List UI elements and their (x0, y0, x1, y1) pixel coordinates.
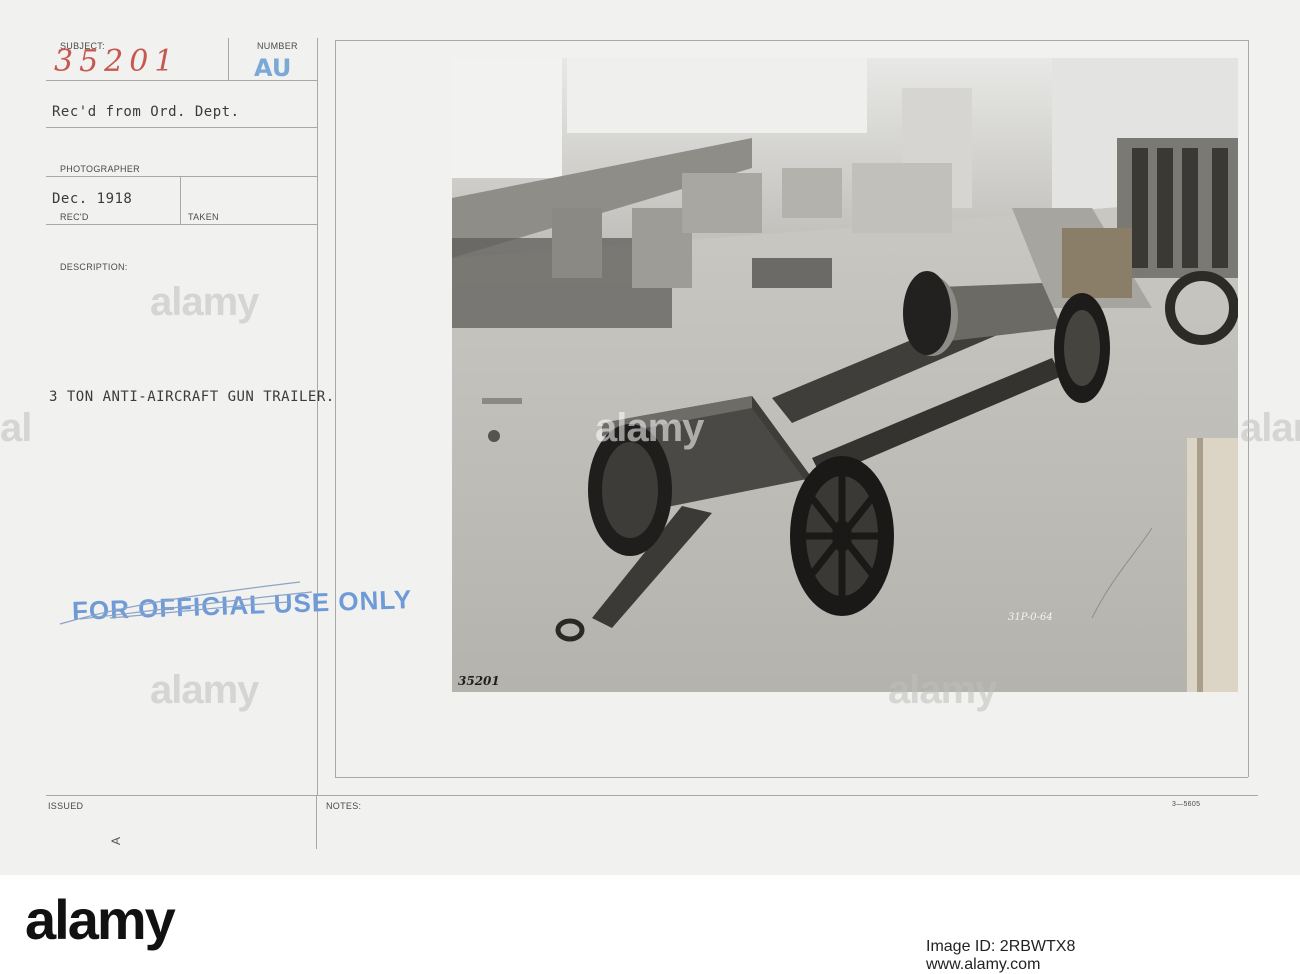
wheel-rear-right (1054, 293, 1110, 403)
image-id: Image ID: 2RBWTX8 (926, 938, 1076, 955)
subject-number: 35201 (54, 44, 180, 79)
form-rule (46, 224, 318, 225)
image-id-and-url: Image ID: 2RBWTX8 www.alamy.com (926, 938, 1075, 974)
form-rule (46, 795, 1258, 796)
received-from: Rec'd from Ord. Dept. (52, 104, 240, 120)
number-value: AU (254, 54, 292, 82)
site-url: www.alamy.com (926, 956, 1041, 973)
wheel-front-right (790, 456, 894, 616)
watermark: alamy (1240, 406, 1300, 450)
photo-frame-top (335, 40, 1248, 41)
form-rule (317, 38, 318, 795)
taken-label: TAKEN (188, 212, 219, 222)
wheel-front-left (588, 424, 672, 556)
watermark: alamy (150, 280, 259, 324)
watermark: alamy (150, 668, 259, 712)
photo-frame-left (335, 40, 336, 777)
form-code: 3—5605 (1172, 801, 1201, 808)
date-received: Dec. 1918 (52, 191, 133, 207)
form-rule (316, 795, 317, 849)
photographer-label: PHOTOGRAPHER (60, 164, 140, 174)
plate-code: 31P-0-64 (1008, 612, 1053, 623)
photo-frame-right (1248, 40, 1249, 777)
signature-scribble (59, 581, 313, 625)
issued-label: ISSUED (48, 801, 84, 811)
margin-mark: A (109, 836, 124, 846)
form-rule (180, 176, 181, 224)
form-rule (46, 176, 318, 177)
workshop-scene (452, 58, 1238, 692)
recd-label: REC'D (60, 212, 89, 222)
stock-footer-bar (0, 875, 1300, 966)
number-label: NUMBER (257, 41, 298, 51)
photo-frame-bottom (335, 777, 1248, 778)
brand-logo: alamy (25, 888, 176, 951)
form-rule (46, 127, 318, 128)
description-text: 3 TON ANTI-AIRCRAFT GUN TRAILER. (49, 389, 335, 405)
description-label: DESCRIPTION: (60, 262, 128, 272)
archival-record-card: SUBJECT: 35201 NUMBER AU Rec'd from Ord.… (0, 0, 1300, 875)
form-rule (228, 38, 229, 80)
wheel-rear-left (903, 271, 951, 355)
watermark: alamy (0, 406, 30, 450)
trailer-photograph: 35201 31P-0-64 (452, 58, 1238, 692)
notes-label: NOTES: (326, 801, 362, 811)
negative-number: 35201 (458, 674, 500, 688)
